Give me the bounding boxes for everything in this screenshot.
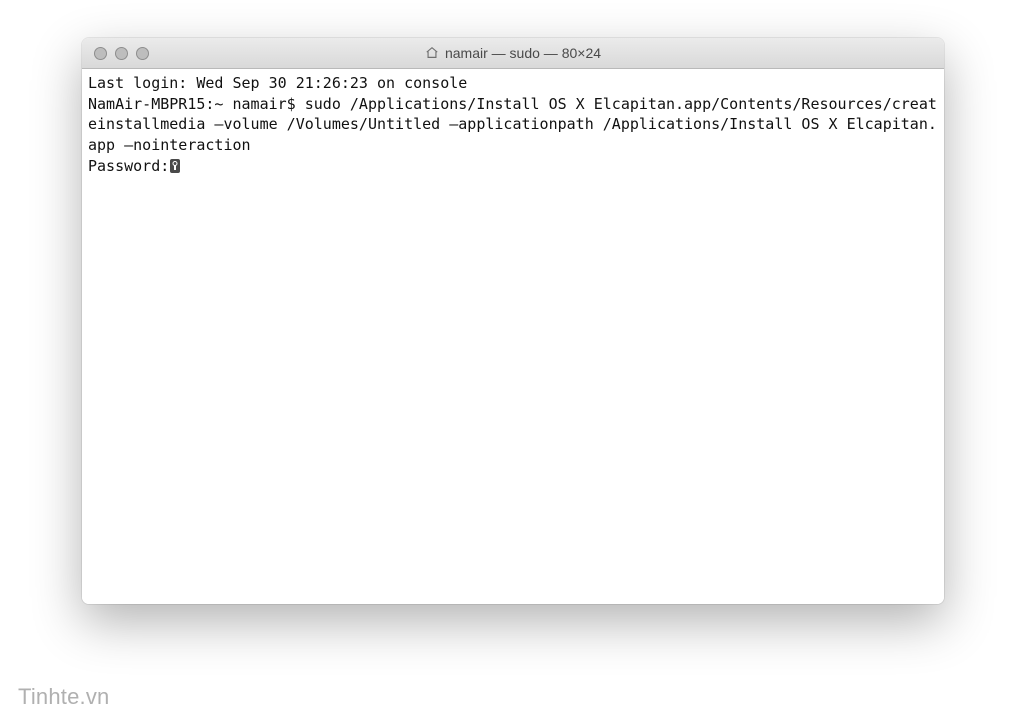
window-title-text: namair — sudo — 80×24 [445, 45, 601, 61]
password-prompt: Password: [88, 157, 169, 175]
window-title: namair — sudo — 80×24 [425, 45, 601, 61]
close-icon[interactable] [94, 47, 107, 60]
terminal-window: namair — sudo — 80×24 Last login: Wed Se… [82, 38, 944, 604]
watermark: Tinhte.vn [18, 684, 109, 710]
window-controls [82, 47, 149, 60]
title-wrap: namair — sudo — 80×24 [82, 38, 944, 68]
home-icon [425, 46, 439, 60]
last-login-line: Last login: Wed Sep 30 21:26:23 on conso… [88, 74, 467, 92]
command-line: NamAir-MBPR15:~ namair$ sudo /Applicatio… [88, 95, 937, 154]
key-icon [170, 159, 180, 173]
terminal-body[interactable]: Last login: Wed Sep 30 21:26:23 on conso… [82, 69, 944, 604]
minimize-icon[interactable] [115, 47, 128, 60]
titlebar[interactable]: namair — sudo — 80×24 [82, 38, 944, 69]
zoom-icon[interactable] [136, 47, 149, 60]
